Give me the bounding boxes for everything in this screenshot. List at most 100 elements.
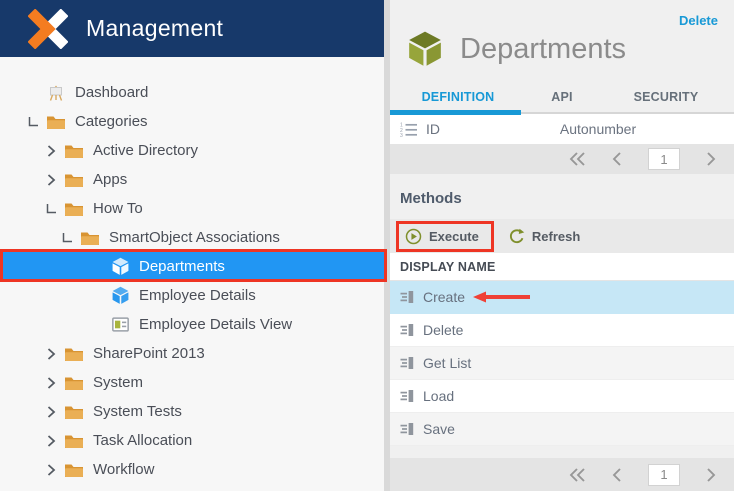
sidebar-item-label: How To — [93, 200, 143, 217]
method-name: Load — [423, 388, 455, 404]
method-name: Save — [423, 421, 455, 437]
autonumber-icon — [400, 122, 418, 137]
method-name: Get List — [423, 355, 472, 371]
sidebar-item-departments[interactable]: Departments — [0, 252, 384, 281]
tab-bar: DEFINITION API SECURITY — [390, 82, 734, 115]
folder-icon — [64, 200, 84, 217]
sidebar-item-dashboard[interactable]: Dashboard — [0, 78, 384, 107]
management-window: Management Dashboard Categories Active D… — [0, 0, 734, 491]
methods-pager — [390, 458, 734, 491]
method-icon — [400, 389, 414, 403]
method-row-delete[interactable]: Delete — [390, 314, 734, 347]
property-name: ID — [426, 121, 440, 137]
sidebar-item-label: Apps — [93, 171, 128, 188]
smartobject-title-icon — [406, 30, 444, 68]
sidebar-item-workflow[interactable]: Workflow — [0, 455, 384, 484]
app-title: Management — [86, 15, 224, 41]
sidebar-item-apps[interactable]: Apps — [0, 165, 384, 194]
method-name: Create — [423, 289, 466, 305]
sidebar-item-label: Active Directory — [93, 142, 199, 159]
category-tree: Dashboard Categories Active Directory Ap… — [0, 57, 384, 484]
sidebar-item-employee-details-view[interactable]: Employee Details View — [0, 310, 384, 339]
methods-toolbar: Execute Refresh — [390, 219, 734, 253]
properties-pager — [390, 144, 734, 174]
tab-underline-active — [390, 110, 521, 115]
smartobject-icon — [110, 287, 130, 304]
k2-logo-icon — [28, 8, 68, 49]
annotation-arrow-icon — [473, 291, 531, 303]
smartobject-icon — [110, 258, 130, 275]
app-header: Management — [0, 0, 384, 57]
sidebar-item-active-directory[interactable]: Active Directory — [0, 136, 384, 165]
method-icon — [400, 323, 414, 337]
method-row-save[interactable]: Save — [390, 413, 734, 446]
chevron-right-icon[interactable] — [44, 405, 58, 419]
first-page-icon[interactable] — [569, 467, 586, 483]
sidebar-item-label: Categories — [75, 113, 148, 130]
chevron-right-icon[interactable] — [44, 347, 58, 361]
folder-icon — [80, 229, 100, 246]
page-number-input[interactable] — [648, 463, 680, 486]
sidebar-item-label: Employee Details — [139, 287, 256, 304]
sidebar-item-sharepoint-2013[interactable]: SharePoint 2013 — [0, 339, 384, 368]
next-page-icon[interactable] — [706, 151, 716, 167]
sidebar-item-label: Employee Details View — [139, 316, 293, 333]
navigation-panel: Management Dashboard Categories Active D… — [0, 0, 387, 491]
sidebar-item-system[interactable]: System — [0, 368, 384, 397]
folder-icon — [46, 113, 66, 130]
method-row-create[interactable]: Create — [390, 281, 734, 314]
chevron-right-icon[interactable] — [44, 173, 58, 187]
folder-icon — [64, 461, 84, 478]
delete-link[interactable]: Delete — [679, 13, 718, 28]
collapse-expanded-icon[interactable] — [26, 115, 40, 129]
chevron-right-icon[interactable] — [44, 376, 58, 390]
detail-panel: Delete Departments DEFINITION API SECURI… — [390, 0, 734, 491]
tab-api[interactable]: API — [510, 82, 614, 114]
prev-page-icon[interactable] — [612, 151, 622, 167]
sidebar-item-employee-details[interactable]: Employee Details — [0, 281, 384, 310]
page-title: Departments — [460, 32, 627, 65]
method-icon — [400, 290, 414, 304]
collapse-expanded-icon[interactable] — [44, 202, 58, 216]
method-icon — [400, 422, 414, 436]
sidebar-item-label: Workflow — [93, 461, 155, 478]
refresh-button[interactable]: Refresh — [500, 222, 592, 251]
folder-icon — [64, 432, 84, 449]
view-icon — [110, 316, 130, 333]
column-header-display-name: DISPLAY NAME — [390, 253, 734, 281]
dashboard-icon — [46, 84, 66, 101]
sidebar-item-label: System — [93, 374, 144, 391]
chevron-right-icon[interactable] — [44, 144, 58, 158]
next-page-icon[interactable] — [706, 467, 716, 483]
first-page-icon[interactable] — [569, 151, 586, 167]
folder-icon — [64, 374, 84, 391]
detail-header: Delete Departments DEFINITION API SECURI… — [390, 0, 734, 115]
page-number-input[interactable] — [648, 148, 680, 170]
property-type: Autonumber — [559, 121, 637, 137]
methods-heading: Methods — [400, 190, 462, 207]
prev-page-icon[interactable] — [612, 467, 622, 483]
sidebar-item-label: Dashboard — [75, 84, 149, 101]
chevron-right-icon[interactable] — [44, 434, 58, 448]
method-row-load[interactable]: Load — [390, 380, 734, 413]
refresh-icon — [508, 228, 525, 245]
property-row-id[interactable]: ID Autonumber — [390, 114, 734, 144]
sidebar-item-how-to[interactable]: How To — [0, 194, 384, 223]
sidebar-item-smartobject-associations[interactable]: SmartObject Associations — [0, 223, 384, 252]
sidebar-item-label: System Tests — [93, 403, 182, 420]
chevron-right-icon[interactable] — [44, 463, 58, 477]
method-icon — [400, 356, 414, 370]
sidebar-item-task-allocation[interactable]: Task Allocation — [0, 426, 384, 455]
sidebar-item-categories[interactable]: Categories — [0, 107, 384, 136]
sidebar-item-system-tests[interactable]: System Tests — [0, 397, 384, 426]
folder-icon — [64, 171, 84, 188]
execute-button[interactable]: Execute — [396, 220, 494, 252]
sidebar-item-label: SharePoint 2013 — [93, 345, 205, 362]
sidebar-item-label: Departments — [139, 258, 225, 275]
folder-icon — [64, 403, 84, 420]
tab-security[interactable]: SECURITY — [614, 82, 718, 114]
method-row-get-list[interactable]: Get List — [390, 347, 734, 380]
execute-play-icon — [405, 228, 422, 245]
sidebar-item-label: Task Allocation — [93, 432, 193, 449]
collapse-expanded-icon[interactable] — [60, 231, 74, 245]
